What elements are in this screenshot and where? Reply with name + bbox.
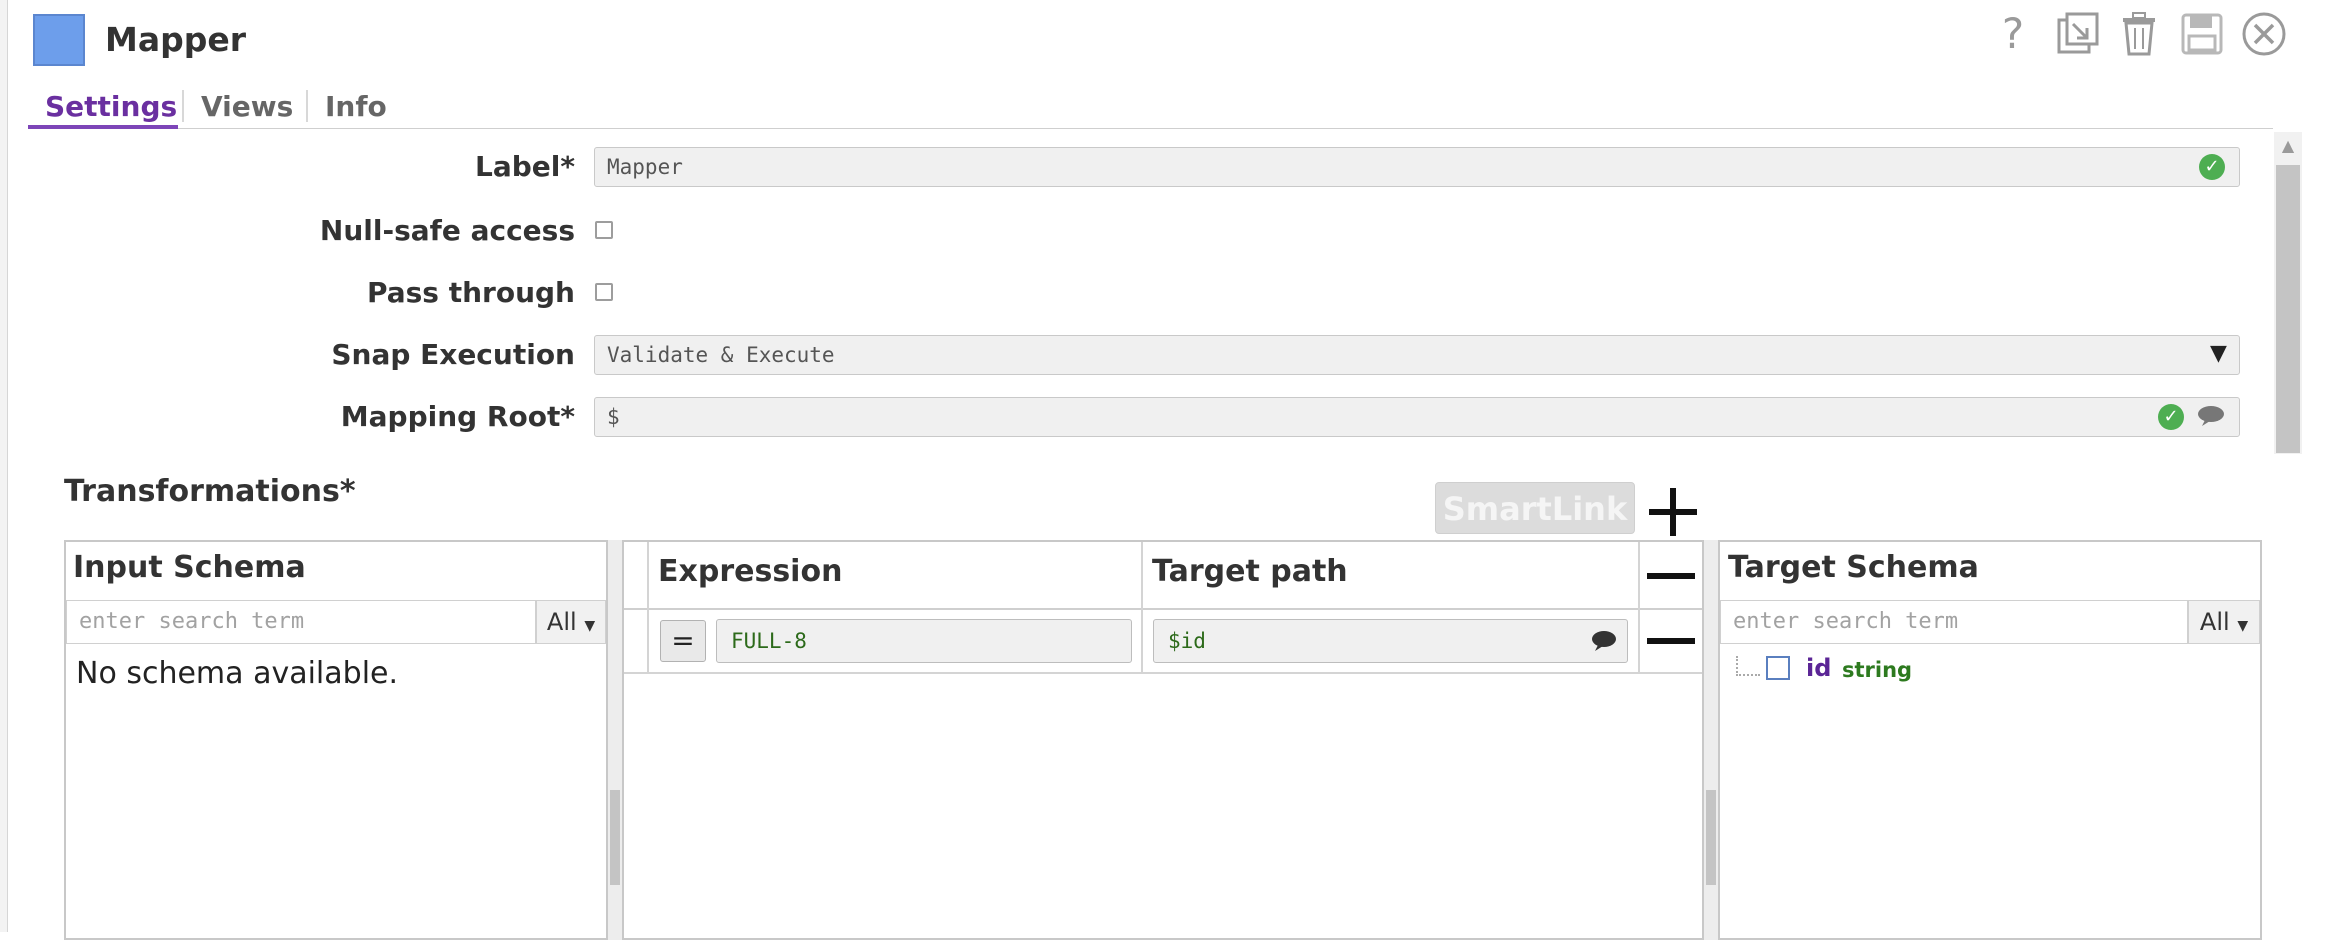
scroll-up-arrow-icon[interactable]: ▲ <box>2276 135 2300 157</box>
close-icon[interactable] <box>2236 6 2292 62</box>
target-path-header: Target path <box>1152 554 1348 589</box>
transformations-title: Transformations* <box>64 474 356 509</box>
tab-info[interactable]: Info <box>325 86 387 128</box>
row-divider <box>624 672 1702 674</box>
expression-header: Expression <box>658 554 843 589</box>
target-schema-search[interactable]: enter search term <box>1720 600 2188 644</box>
label-input[interactable]: Mapper <box>594 147 2240 187</box>
filter-label: All <box>2199 608 2230 636</box>
save-icon[interactable] <box>2174 6 2230 62</box>
mapping-root-input[interactable]: $ <box>594 397 2240 437</box>
label-field-label: Label* <box>474 150 575 183</box>
null-safe-checkbox[interactable] <box>595 221 613 239</box>
remove-all-icon[interactable] <box>1647 573 1695 579</box>
valid-check-icon: ✓ <box>2158 404 2184 430</box>
mapping-root-label: Mapping Root* <box>340 400 575 433</box>
dialog-title: Mapper <box>105 20 247 59</box>
column-divider <box>1638 542 1640 674</box>
tabs-divider <box>28 128 2273 129</box>
field-checkbox[interactable] <box>1766 656 1790 680</box>
schema-field-type: string <box>1842 658 1913 682</box>
smartlink-button[interactable]: SmartLink <box>1435 482 1635 534</box>
remove-row-icon[interactable] <box>1647 638 1695 644</box>
add-mapping-icon[interactable] <box>1645 484 1701 540</box>
snap-execution-select[interactable]: Validate & Execute <box>594 335 2240 375</box>
snap-execution-label: Snap Execution <box>331 338 575 371</box>
schema-field-name[interactable]: id <box>1806 654 1831 682</box>
tree-connector <box>1736 656 1760 676</box>
tab-separator <box>182 90 184 122</box>
tab-views[interactable]: Views <box>201 86 293 128</box>
pass-through-checkbox[interactable] <box>595 283 613 301</box>
pass-through-label: Pass through <box>366 276 575 309</box>
dialog-left-edge <box>0 0 8 932</box>
column-divider <box>1141 542 1143 674</box>
comment-icon[interactable] <box>1590 630 1618 656</box>
dropdown-arrow-icon[interactable]: ▼ <box>2210 341 2227 366</box>
tab-settings[interactable]: Settings <box>45 86 177 128</box>
target-schema-title: Target Schema <box>1728 550 1979 585</box>
comment-icon[interactable] <box>2196 405 2226 427</box>
chevron-down-icon: ▼ <box>2237 618 2249 634</box>
expression-toggle-button[interactable]: = <box>660 620 706 662</box>
target-path-input[interactable]: $id <box>1153 619 1628 663</box>
export-icon[interactable] <box>2049 6 2105 62</box>
tab-separator <box>306 90 308 122</box>
target-schema-filter[interactable]: All ▼ <box>2188 600 2260 644</box>
chevron-down-icon: ▼ <box>584 618 596 634</box>
form-scroll-thumb[interactable] <box>2276 165 2300 453</box>
snap-type-icon <box>33 14 85 66</box>
expression-input[interactable]: FULL-8 <box>716 619 1132 663</box>
input-schema-filter[interactable]: All ▼ <box>536 600 606 644</box>
empty-schema-text: No schema available. <box>76 656 399 691</box>
active-tab-indicator <box>28 125 178 129</box>
null-safe-label: Null-safe access <box>319 214 575 247</box>
input-schema-search[interactable]: enter search term <box>66 600 536 644</box>
svg-text:?: ? <box>2002 10 2024 58</box>
trash-icon[interactable] <box>2111 6 2167 62</box>
splitter-handle[interactable] <box>1706 790 1716 885</box>
filter-label: All <box>546 608 577 636</box>
help-icon[interactable]: ? <box>1985 6 2041 62</box>
input-schema-title: Input Schema <box>73 550 306 585</box>
column-divider <box>647 542 649 674</box>
valid-check-icon: ✓ <box>2199 154 2225 180</box>
splitter-handle[interactable] <box>610 790 620 885</box>
